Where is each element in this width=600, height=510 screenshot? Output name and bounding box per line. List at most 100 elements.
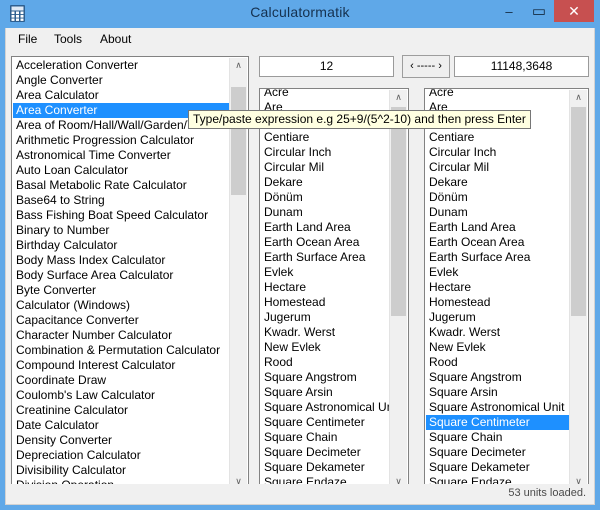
list-item[interactable]: Square Arsin: [426, 385, 570, 400]
list-item[interactable]: Square Chain: [261, 430, 390, 445]
list-item[interactable]: Body Mass Index Calculator: [13, 253, 230, 268]
from-units-list-items: AcreAreBarnCentiareCircular InchCircular…: [261, 88, 390, 491]
list-item[interactable]: Creatinine Calculator: [13, 403, 230, 418]
list-item[interactable]: Circular Mil: [426, 160, 570, 175]
list-item[interactable]: Square Decimeter: [426, 445, 570, 460]
list-item[interactable]: Basal Metabolic Rate Calculator: [13, 178, 230, 193]
list-item[interactable]: Density Converter: [13, 433, 230, 448]
input-value-field[interactable]: 12: [259, 56, 394, 77]
menu-item-file[interactable]: File: [12, 31, 43, 47]
list-item[interactable]: Earth Surface Area: [426, 250, 570, 265]
list-item[interactable]: Square Arsin: [261, 385, 390, 400]
list-item[interactable]: Compound Interest Calculator: [13, 358, 230, 373]
list-item[interactable]: Hectare: [426, 280, 570, 295]
scroll-up-icon[interactable]: ∧: [570, 90, 587, 107]
list-item[interactable]: Centiare: [261, 130, 390, 145]
close-button[interactable]: ✕: [554, 0, 594, 22]
list-item[interactable]: Circular Inch: [426, 145, 570, 160]
list-item[interactable]: Arithmetic Progression Calculator: [13, 133, 230, 148]
list-item[interactable]: Circular Inch: [261, 145, 390, 160]
list-item[interactable]: Bass Fishing Boat Speed Calculator: [13, 208, 230, 223]
list-item[interactable]: Square Centimeter: [261, 415, 390, 430]
list-item[interactable]: Acceleration Converter: [13, 58, 230, 73]
list-item[interactable]: Evlek: [261, 265, 390, 280]
categories-scroll-thumb[interactable]: [231, 87, 246, 195]
list-item[interactable]: Calculator (Windows): [13, 298, 230, 313]
title-bar: Calculatormatik – ▭ ✕: [0, 0, 600, 28]
list-item[interactable]: Dönüm: [261, 190, 390, 205]
menu-item-about[interactable]: About: [94, 31, 137, 47]
list-item[interactable]: Kwadr. Werst: [261, 325, 390, 340]
list-item[interactable]: Square Dekameter: [426, 460, 570, 475]
list-item[interactable]: Square Dekameter: [261, 460, 390, 475]
list-item[interactable]: Dekare: [426, 175, 570, 190]
list-item[interactable]: Evlek: [426, 265, 570, 280]
list-item[interactable]: Astronomical Time Converter: [13, 148, 230, 163]
to-units-listbox[interactable]: AcreAreBarnCentiareCircular InchCircular…: [424, 88, 589, 493]
maximize-button[interactable]: ▭: [524, 0, 554, 22]
list-item[interactable]: Dönüm: [426, 190, 570, 205]
list-item[interactable]: Square Astronomical Unit: [426, 400, 570, 415]
scroll-up-icon[interactable]: ∧: [390, 90, 407, 107]
list-item[interactable]: Centiare: [426, 130, 570, 145]
list-item[interactable]: Coulomb's Law Calculator: [13, 388, 230, 403]
list-item[interactable]: Dekare: [261, 175, 390, 190]
list-item[interactable]: Square Centimeter: [426, 415, 570, 430]
list-item[interactable]: Acre: [261, 88, 390, 100]
from-units-scrollbar[interactable]: ∧ ∨: [389, 90, 407, 491]
list-item[interactable]: Square Angstrom: [261, 370, 390, 385]
list-item[interactable]: Rood: [261, 355, 390, 370]
list-item[interactable]: New Evlek: [426, 340, 570, 355]
list-item[interactable]: Rood: [426, 355, 570, 370]
list-item[interactable]: Square Chain: [426, 430, 570, 445]
list-item[interactable]: Hectare: [261, 280, 390, 295]
scroll-up-icon[interactable]: ∧: [230, 58, 247, 75]
list-item[interactable]: Homestead: [426, 295, 570, 310]
list-item[interactable]: Earth Ocean Area: [426, 235, 570, 250]
list-item[interactable]: Square Astronomical Unit: [261, 400, 390, 415]
expression-tooltip: Type/paste expression e.g 25+9/(5^2-10) …: [188, 110, 531, 129]
output-value-field[interactable]: 11148,3648: [454, 56, 589, 77]
list-item[interactable]: Byte Converter: [13, 283, 230, 298]
list-item[interactable]: Body Surface Area Calculator: [13, 268, 230, 283]
list-item[interactable]: Combination & Permutation Calculator: [13, 343, 230, 358]
list-item[interactable]: Homestead: [261, 295, 390, 310]
from-units-listbox[interactable]: AcreAreBarnCentiareCircular InchCircular…: [259, 88, 409, 493]
list-item[interactable]: Divisibility Calculator: [13, 463, 230, 478]
list-item[interactable]: Kwadr. Werst: [426, 325, 570, 340]
list-item[interactable]: Earth Land Area: [261, 220, 390, 235]
list-item[interactable]: Acre: [426, 88, 570, 100]
to-units-scroll-thumb[interactable]: [571, 107, 586, 316]
list-item[interactable]: Date Calculator: [13, 418, 230, 433]
to-units-list-items: AcreAreBarnCentiareCircular InchCircular…: [426, 88, 570, 491]
list-item[interactable]: Auto Loan Calculator: [13, 163, 230, 178]
list-item[interactable]: Jugerum: [261, 310, 390, 325]
to-units-scrollbar[interactable]: ∧ ∨: [569, 90, 587, 491]
list-item[interactable]: Square Decimeter: [261, 445, 390, 460]
menu-item-tools[interactable]: Tools: [48, 31, 88, 47]
minimize-button[interactable]: –: [494, 0, 524, 22]
list-item[interactable]: Circular Mil: [261, 160, 390, 175]
list-item[interactable]: Earth Ocean Area: [261, 235, 390, 250]
list-item[interactable]: Dunam: [261, 205, 390, 220]
list-item[interactable]: Area Calculator: [13, 88, 230, 103]
list-item[interactable]: Character Number Calculator: [13, 328, 230, 343]
close-icon: ✕: [554, 0, 594, 22]
list-item[interactable]: Angle Converter: [13, 73, 230, 88]
status-text: 53 units loaded.: [508, 487, 586, 499]
client-area: File Tools About 12 ‹ ----- › 11148,3648…: [5, 28, 595, 505]
from-units-scroll-thumb[interactable]: [391, 107, 406, 316]
list-item[interactable]: New Evlek: [261, 340, 390, 355]
list-item[interactable]: Jugerum: [426, 310, 570, 325]
list-item[interactable]: Earth Land Area: [426, 220, 570, 235]
list-item[interactable]: Base64 to String: [13, 193, 230, 208]
list-item[interactable]: Coordinate Draw: [13, 373, 230, 388]
list-item[interactable]: Dunam: [426, 205, 570, 220]
list-item[interactable]: Capacitance Converter: [13, 313, 230, 328]
list-item[interactable]: Depreciation Calculator: [13, 448, 230, 463]
list-item[interactable]: Square Angstrom: [426, 370, 570, 385]
list-item[interactable]: Birthday Calculator: [13, 238, 230, 253]
swap-direction-button[interactable]: ‹ ----- ›: [402, 55, 450, 78]
list-item[interactable]: Earth Surface Area: [261, 250, 390, 265]
list-item[interactable]: Binary to Number: [13, 223, 230, 238]
